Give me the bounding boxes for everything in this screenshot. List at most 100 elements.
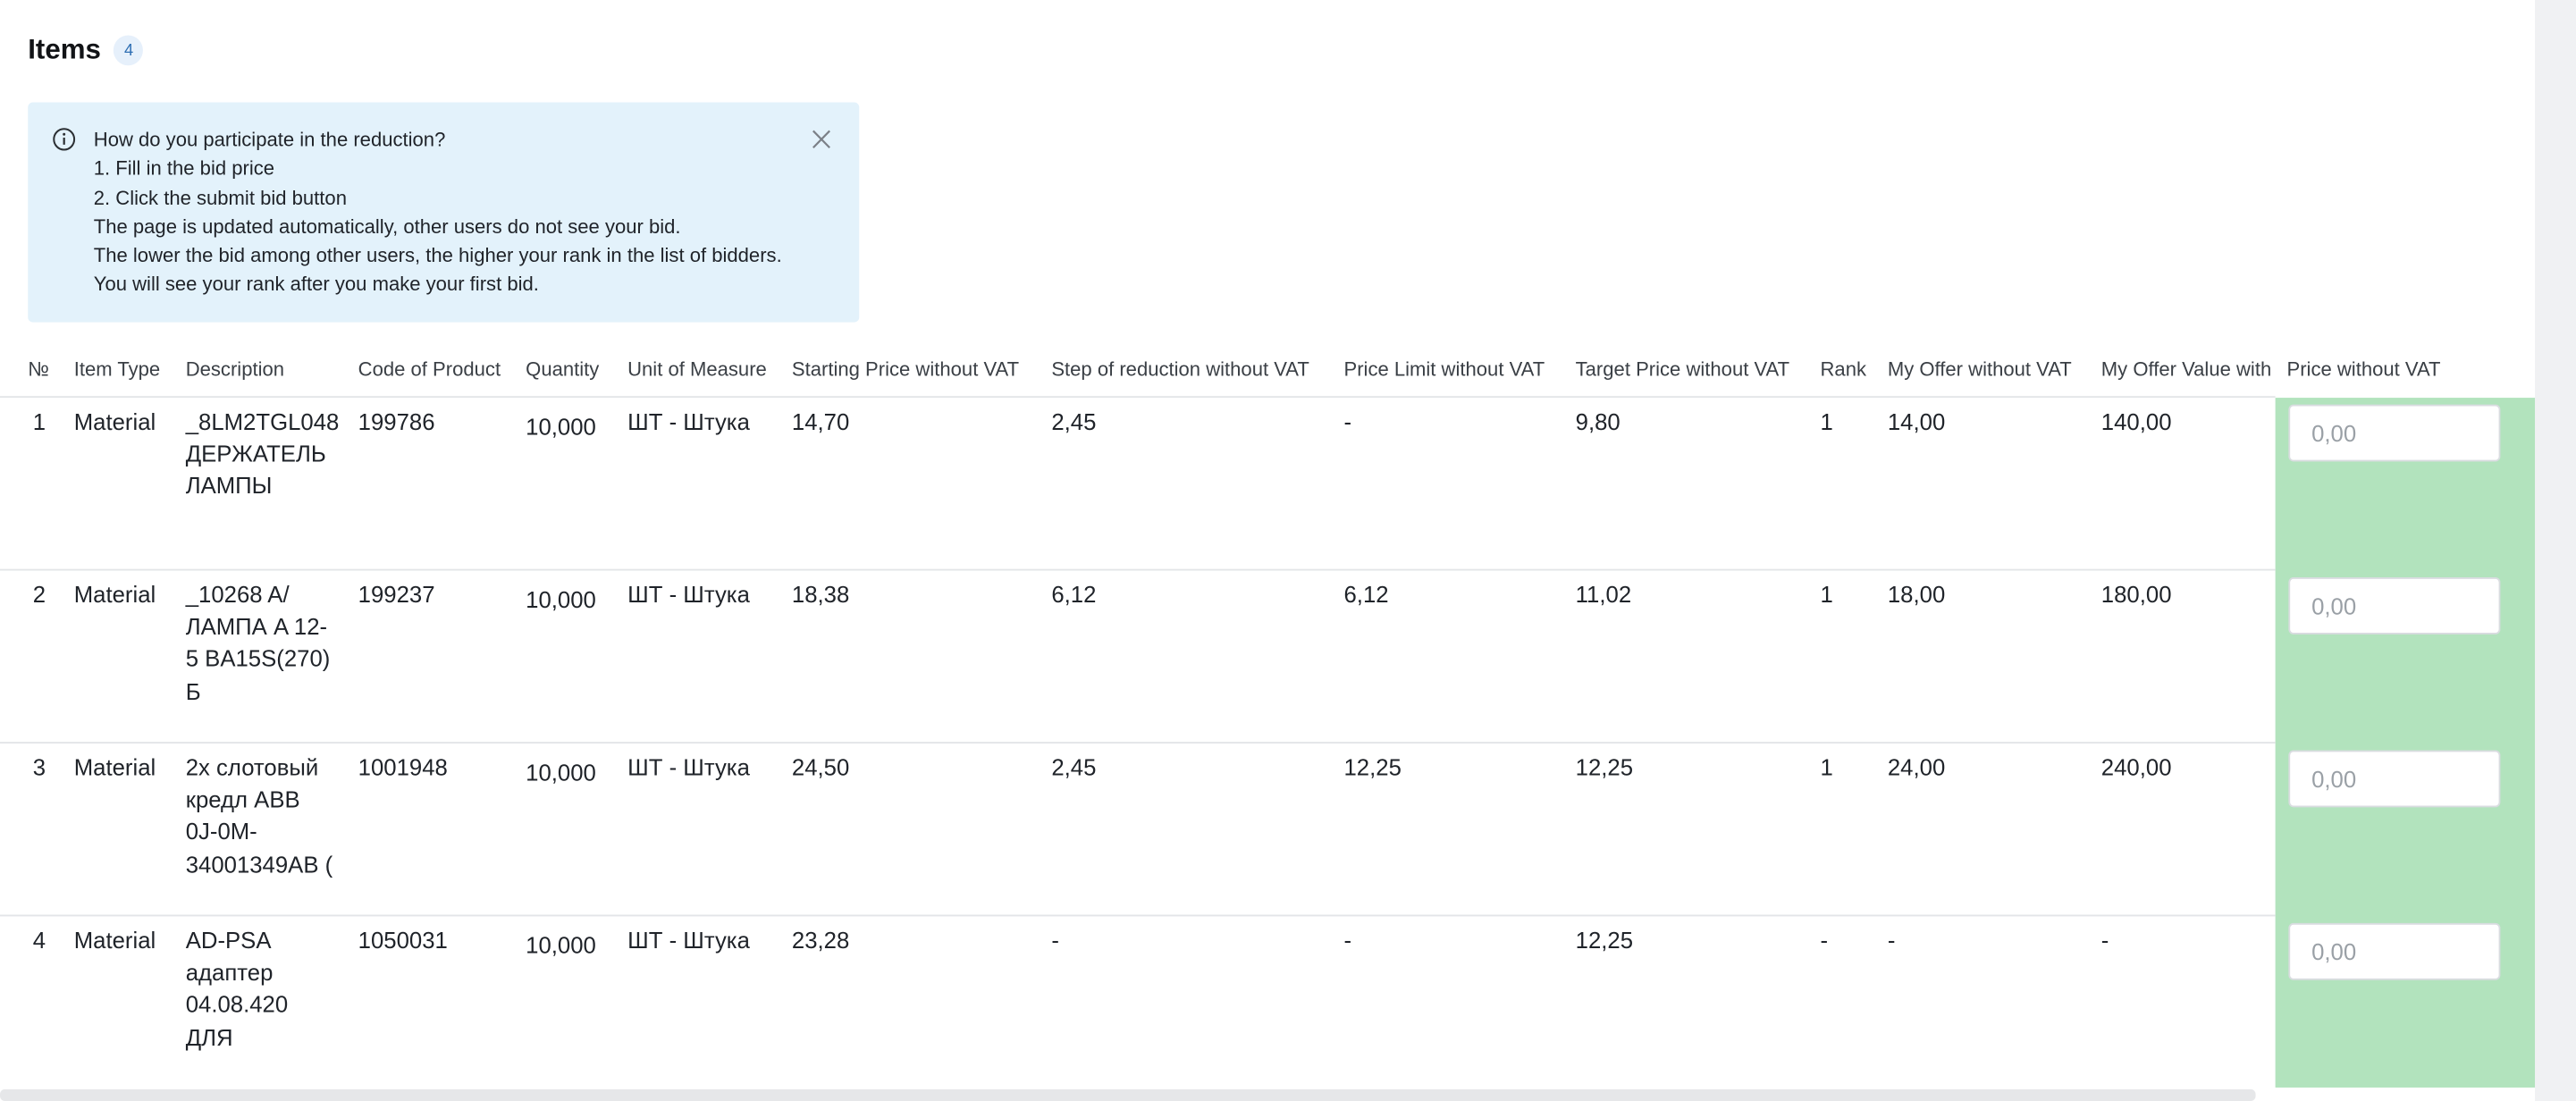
description-line: кредл ABB — [185, 786, 300, 813]
info-line-ranking: The lower the bid among other users, the… — [93, 243, 782, 267]
item-description: 2х слотовый кредл ABB 0J-0M- 34001349AB … — [186, 752, 343, 880]
info-line-step-2: 2. Click the submit bid button — [93, 185, 347, 209]
my-offer-value: 180,00 — [2100, 580, 2172, 608]
description-line: 5 BA15S(270) — [185, 644, 331, 672]
description-line: ДЕРЖАТЕЛЬ — [185, 440, 326, 467]
my-offer-value: - — [2100, 926, 2109, 954]
item-type: Material — [73, 753, 156, 781]
column-header-rank[interactable]: Rank — [1821, 357, 1866, 381]
unit-of-measure: ШТ - Штука — [627, 753, 750, 781]
column-header-unit[interactable]: Unit of Measure — [627, 357, 767, 381]
quantity: 10,000 — [526, 412, 596, 441]
bid-price-input[interactable] — [2288, 750, 2501, 808]
product-code: 1001948 — [358, 753, 448, 781]
items-header: Items 4 — [28, 33, 144, 68]
item-description: AD-PSA адаптер 04.08.420 ДЛЯ — [186, 925, 343, 1054]
product-code: 199237 — [358, 580, 435, 608]
column-header-step[interactable]: Step of reduction without VAT — [1051, 357, 1309, 381]
info-icon — [53, 128, 76, 151]
unit-of-measure: ШТ - Штука — [627, 408, 750, 435]
description-line: AD-PSA — [185, 926, 272, 954]
starting-price: 18,38 — [791, 580, 850, 608]
info-banner: How do you participate in the reduction?… — [28, 102, 860, 323]
column-header-price-limit[interactable]: Price Limit without VAT — [1343, 357, 1545, 381]
product-code: 199786 — [358, 408, 435, 435]
description-line: ДЛЯ — [185, 1022, 233, 1050]
column-header-bid-price[interactable]: Price without VAT — [2286, 357, 2440, 381]
target-price: 12,25 — [1575, 926, 1634, 954]
description-line: _8LM2TGL048 — [185, 408, 340, 435]
bid-price-input[interactable] — [2288, 577, 2501, 635]
horizontal-scrollbar[interactable] — [0, 1088, 2256, 1101]
item-type: Material — [73, 926, 156, 954]
info-line-question: How do you participate in the reduction? — [93, 127, 446, 152]
my-offer: 14,00 — [1887, 408, 1946, 435]
description-line: ЛАМПЫ — [185, 472, 273, 500]
target-price: 9,80 — [1575, 408, 1621, 435]
items-count-badge: 4 — [114, 35, 144, 66]
reduction-step: - — [1051, 926, 1059, 954]
my-offer: 24,00 — [1887, 753, 1946, 781]
rank: 1 — [1820, 753, 1833, 781]
column-header-offer-value[interactable]: My Offer Value with — [2101, 357, 2276, 381]
description-line: адаптер — [185, 958, 274, 986]
reduction-step: 2,45 — [1051, 753, 1097, 781]
item-type: Material — [73, 580, 156, 608]
quantity: 10,000 — [526, 758, 596, 786]
row-number: 2 — [32, 580, 46, 608]
target-price: 12,25 — [1575, 753, 1634, 781]
row-divider — [0, 568, 2276, 571]
bid-price-input[interactable] — [2288, 922, 2501, 980]
price-limit: - — [1343, 408, 1352, 435]
row-number: 3 — [32, 753, 46, 781]
my-offer-value: 240,00 — [2100, 753, 2172, 781]
description-line: ЛАМПА A 12- — [185, 612, 328, 640]
info-line-auto-update: The page is updated automatically, other… — [93, 214, 681, 239]
row-number: 4 — [32, 926, 46, 954]
item-type: Material — [73, 408, 156, 435]
header-divider — [0, 396, 2276, 399]
unit-of-measure: ШТ - Штука — [627, 580, 750, 608]
reduction-step: 2,45 — [1051, 408, 1097, 435]
column-header-item-type[interactable]: Item Type — [74, 357, 160, 381]
description-line: _10268 A/ — [185, 580, 290, 608]
price-limit: 6,12 — [1343, 580, 1389, 608]
description-line: 2х слотовый — [185, 753, 319, 781]
items-page: Items 4 How do you participate in the re… — [0, 0, 2576, 1101]
product-code: 1050031 — [358, 926, 448, 954]
bid-price-input[interactable] — [2288, 404, 2501, 462]
quantity: 10,000 — [526, 931, 596, 959]
column-header-my-offer[interactable]: My Offer without VAT — [1888, 357, 2072, 381]
info-line-first-bid: You will see your rank after you make yo… — [93, 273, 539, 297]
starting-price: 23,28 — [791, 926, 850, 954]
column-header-code[interactable]: Code of Product — [358, 357, 501, 381]
info-line-step-1: 1. Fill in the bid price — [93, 156, 275, 181]
right-gutter — [2535, 0, 2576, 1101]
price-limit: - — [1343, 926, 1352, 954]
column-header-starting-price[interactable]: Starting Price without VAT — [792, 357, 1019, 381]
my-offer: - — [1887, 926, 1896, 954]
row-divider — [0, 914, 2276, 917]
row-number: 1 — [32, 408, 46, 435]
info-text: How do you participate in the reduction?… — [94, 126, 782, 300]
column-header-number[interactable]: № — [28, 357, 49, 381]
starting-price: 14,70 — [791, 408, 850, 435]
reduction-step: 6,12 — [1051, 580, 1097, 608]
starting-price: 24,50 — [791, 753, 850, 781]
price-limit: 12,25 — [1343, 753, 1402, 781]
item-description: _8LM2TGL048 ДЕРЖАТЕЛЬ ЛАМПЫ — [186, 406, 343, 502]
my-offer-value: 140,00 — [2100, 408, 2172, 435]
column-header-description[interactable]: Description — [186, 357, 284, 381]
column-header-quantity[interactable]: Quantity — [526, 357, 599, 381]
close-icon[interactable] — [810, 128, 833, 151]
page-title: Items — [28, 33, 101, 66]
description-line: Б — [185, 677, 201, 705]
description-line: 04.08.420 — [185, 990, 289, 1018]
column-header-target-price[interactable]: Target Price without VAT — [1576, 357, 1789, 381]
target-price: 11,02 — [1575, 580, 1632, 608]
bid-column — [2275, 398, 2536, 1088]
unit-of-measure: ШТ - Штука — [627, 926, 750, 954]
item-description: _10268 A/ ЛАМПА A 12- 5 BA15S(270) Б — [186, 579, 343, 708]
my-offer: 18,00 — [1887, 580, 1946, 608]
rank: - — [1820, 926, 1829, 954]
